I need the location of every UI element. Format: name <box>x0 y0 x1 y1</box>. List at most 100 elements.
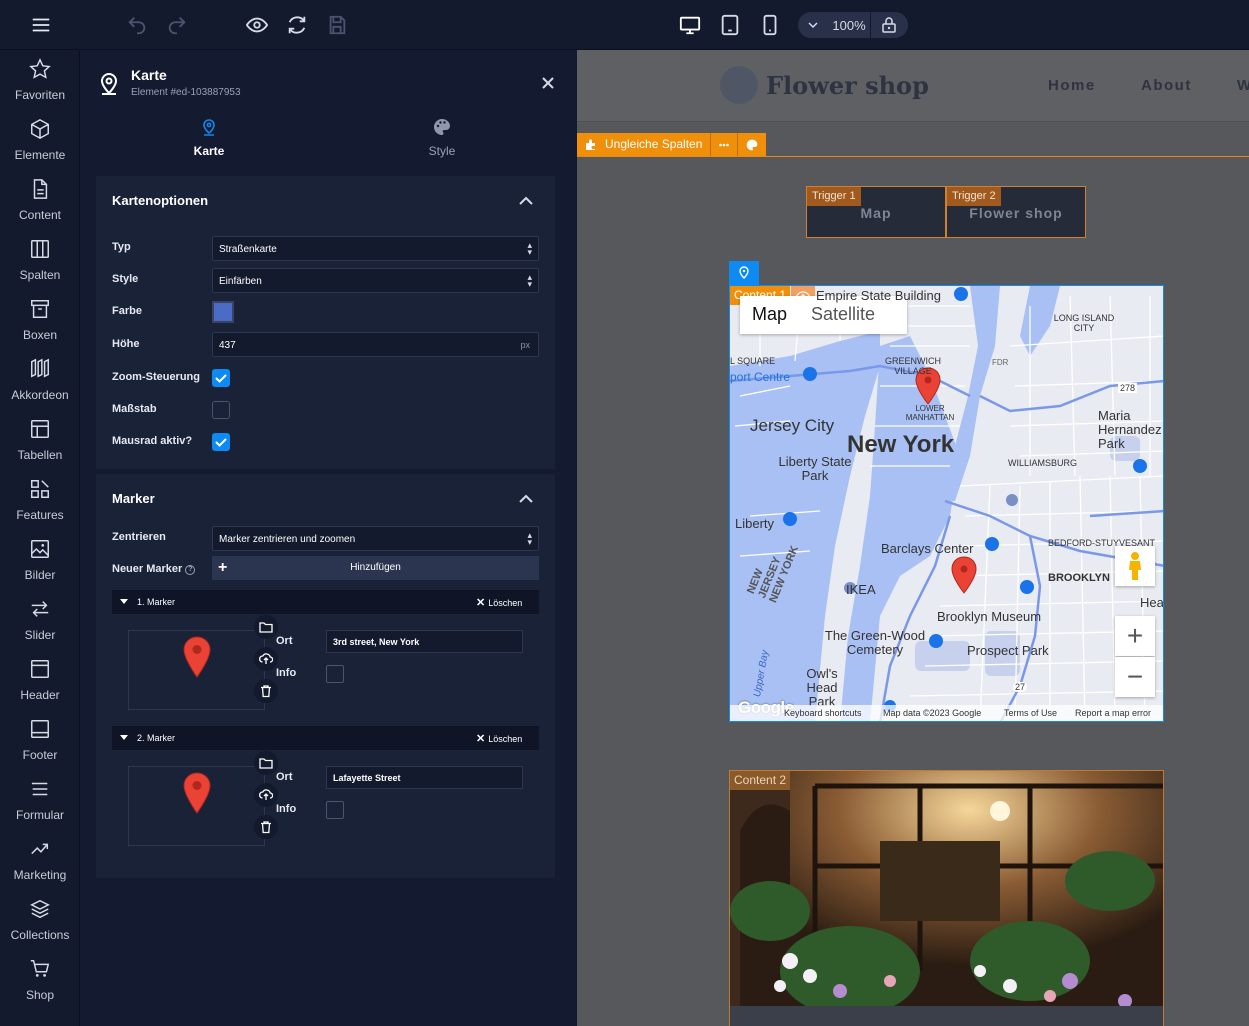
info-checkbox[interactable] <box>326 801 344 819</box>
map-zoom-in-button[interactable]: + <box>1115 616 1155 656</box>
typ-select[interactable]: Straßenkarte ▴ ▾ <box>212 236 539 261</box>
image-icon <box>31 540 49 558</box>
sidebar-item-shop[interactable]: Shop <box>0 950 80 1010</box>
folder-button[interactable] <box>254 615 278 639</box>
section-tag[interactable]: Ungleiche Spalten <box>577 133 767 156</box>
section-tag-label[interactable]: Ungleiche Spalten <box>577 133 712 156</box>
section-title: Kartenoptionen <box>112 193 209 208</box>
site-logo-text: Flower shop <box>766 71 929 100</box>
map-label: port Centre <box>730 370 791 384</box>
map-tab-map[interactable]: Map <box>740 296 799 334</box>
refresh-icon[interactable] <box>285 13 309 37</box>
chevron-down-icon[interactable] <box>798 20 828 30</box>
sidebar-item-marketing[interactable]: Marketing <box>0 830 80 890</box>
sidebar-item-spalten[interactable]: Spalten <box>0 230 80 290</box>
sidebar-item-boxen[interactable]: Boxen <box>0 290 80 350</box>
sidebar-item-features[interactable]: Features <box>0 470 80 530</box>
map-label: 27 <box>1013 682 1028 692</box>
palette-icon[interactable] <box>738 133 766 156</box>
ort-input[interactable]: Lafayette Street <box>326 766 523 789</box>
ort-input[interactable]: 3rd street, New York <box>326 630 523 653</box>
marker-1-header[interactable]: 1. Marker ✕ Löschen <box>112 590 539 614</box>
sidebar-item-slider[interactable]: Slider <box>0 590 80 650</box>
tab-karte[interactable]: Karte <box>149 114 269 158</box>
check-icon <box>215 438 227 447</box>
undo-icon[interactable] <box>125 13 149 37</box>
delete-marker-button[interactable]: ✕ Löschen <box>476 732 522 745</box>
sidebar-item-header[interactable]: Header <box>0 650 80 710</box>
map-canvas[interactable] <box>730 286 1164 722</box>
upload-button[interactable] <box>254 783 278 807</box>
map-label: Liberty State Park <box>778 454 852 483</box>
sidebar-item-favoriten[interactable]: Favoriten <box>0 50 80 110</box>
zoom-checkbox[interactable] <box>212 369 230 387</box>
flower-shop-photo <box>730 771 1163 1026</box>
content-2-image[interactable]: Content 2 <box>729 770 1164 1026</box>
trigger-2[interactable]: Trigger 2 Flower shop <box>946 186 1086 238</box>
map-element-tag[interactable] <box>729 261 759 285</box>
sidebar-item-tabellen[interactable]: Tabellen <box>0 410 80 470</box>
folder-button[interactable] <box>254 751 278 775</box>
trigger-1[interactable]: Trigger 1 Map <box>806 186 946 238</box>
sidebar-item-elemente[interactable]: Elemente <box>0 110 80 170</box>
map-zoom-out-button[interactable]: − <box>1115 657 1155 697</box>
sidebar-item-footer[interactable]: Footer <box>0 710 80 770</box>
desktop-icon[interactable] <box>678 13 702 37</box>
marker-2-header[interactable]: 2. Marker ✕ Löschen <box>112 726 539 750</box>
style-select[interactable]: Einfärben ▴ ▾ <box>212 268 539 293</box>
massstab-checkbox[interactable] <box>212 401 230 419</box>
add-marker-button[interactable]: + Hinzufügen <box>212 556 539 580</box>
sidebar-item-collections[interactable]: Collections <box>0 890 80 950</box>
content-2-tag[interactable]: Content 2 <box>730 771 791 790</box>
map-widget[interactable]: Content 1 Map Satellite Empire State Bui… <box>729 285 1164 722</box>
keyboard-shortcuts-link[interactable]: Keyboard shortcuts <box>784 708 862 718</box>
more-options-icon[interactable] <box>711 133 739 156</box>
trigger-tag: Trigger 1 <box>807 187 861 206</box>
neuer-marker-label: Neuer Marker? <box>112 563 196 575</box>
report-error-link[interactable]: Report a map error <box>1075 708 1151 718</box>
menu-icon[interactable] <box>29 13 53 37</box>
sidebar-item-label: Tabellen <box>17 448 63 462</box>
close-icon[interactable] <box>540 75 556 91</box>
tab-style[interactable]: Style <box>382 114 502 158</box>
mobile-icon[interactable] <box>758 13 782 37</box>
typ-label: Typ <box>112 241 131 253</box>
terms-link[interactable]: Terms of Use <box>1004 708 1057 718</box>
trash-button[interactable] <box>254 815 278 839</box>
delete-marker-button[interactable]: ✕ Löschen <box>476 596 522 609</box>
footer-icon <box>31 720 49 738</box>
trash-button[interactable] <box>254 679 278 703</box>
box-icon <box>31 300 49 318</box>
save-icon[interactable] <box>325 13 349 37</box>
nav-link-home[interactable]: Home <box>1048 77 1096 94</box>
height-input[interactable]: 437 px <box>212 332 539 357</box>
pegman-icon[interactable] <box>1115 546 1155 586</box>
color-swatch[interactable] <box>212 301 234 323</box>
sidebar-item-akkordeon[interactable]: Akkordeon <box>0 350 80 410</box>
mausrad-checkbox[interactable] <box>212 433 230 451</box>
lock-icon[interactable] <box>871 17 907 33</box>
help-icon[interactable]: ? <box>185 565 196 575</box>
sidebar-item-label: Akkordeon <box>11 388 69 402</box>
sidebar-item-bilder[interactable]: Bilder <box>0 530 80 590</box>
map-label: LOWER MANHATTAN <box>905 404 955 422</box>
upload-icon <box>259 653 273 664</box>
zentrieren-select[interactable]: Marker zentrieren und zoomen ▴ ▾ <box>212 526 539 551</box>
chevron-up-icon[interactable] <box>518 194 534 206</box>
nav-link-about[interactable]: About <box>1141 77 1192 94</box>
upload-button[interactable] <box>254 647 278 671</box>
kartenoptionen-section: Kartenoptionen Typ Straßenkarte ▴ ▾ Style … <box>96 176 555 469</box>
sidebar-item-content[interactable]: Content <box>0 170 80 230</box>
sidebar-item-formular[interactable]: Formular <box>0 770 80 830</box>
nav-link-more[interactable]: W <box>1237 77 1249 94</box>
redo-icon[interactable] <box>165 13 189 37</box>
zoom-value[interactable]: 100% <box>828 18 870 33</box>
tablet-icon[interactable] <box>718 13 742 37</box>
table-icon <box>31 420 49 438</box>
site-header[interactable]: Flower shop Home About W <box>577 50 1249 122</box>
preview-eye-icon[interactable] <box>245 13 269 37</box>
chevron-up-icon[interactable] <box>518 492 534 504</box>
info-checkbox[interactable] <box>326 665 344 683</box>
map-label: New York <box>847 431 955 458</box>
slider-icon <box>31 601 49 617</box>
